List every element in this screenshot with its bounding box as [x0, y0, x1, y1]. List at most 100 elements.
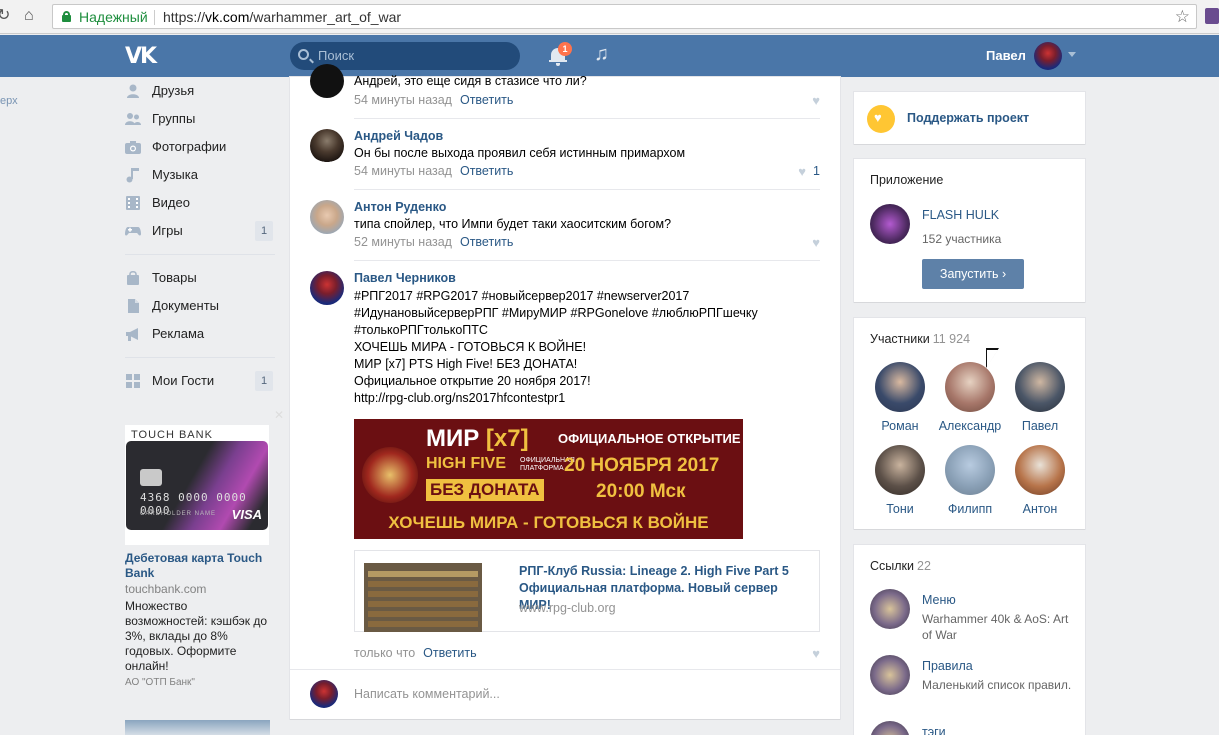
menu-item-my-guests[interactable]: Мои Гости 1 [125, 367, 275, 395]
menu-item-friends[interactable]: Друзья [125, 77, 275, 105]
home-icon[interactable]: ⌂ [24, 7, 34, 25]
menu-item-games[interactable]: Игры 1 [125, 217, 275, 245]
launch-app-button[interactable]: Запустить › [922, 259, 1024, 289]
member-item[interactable]: Антон [1005, 445, 1075, 516]
reply-button[interactable]: Ответить [460, 164, 513, 178]
reply-button[interactable]: Ответить [460, 235, 513, 249]
close-icon[interactable]: ✕ [274, 408, 284, 422]
link-preview-domain: www.rpg-club.org [519, 601, 616, 615]
apps-icon [126, 374, 140, 388]
user-avatar[interactable] [1034, 42, 1062, 70]
reply-button[interactable]: Ответить [460, 93, 513, 107]
members-heading[interactable]: Участники 11 924 [870, 332, 970, 346]
comment-time[interactable]: 54 минуты назад [354, 93, 452, 107]
link-avatar[interactable] [870, 589, 910, 629]
url-text[interactable]: https://vk.com/warhammer_art_of_war [163, 9, 401, 25]
link-description: Warhammer 40k & AoS: Art of War [922, 612, 1069, 642]
link-preview-thumbnail[interactable] [364, 563, 482, 632]
member-item[interactable]: Тони [865, 445, 935, 516]
member-name[interactable]: Антон [1005, 502, 1075, 516]
banner-date: 20 НОЯБРЯ 2017 [564, 455, 720, 476]
member-avatar[interactable] [875, 445, 925, 495]
member-item[interactable]: Роман [865, 362, 935, 433]
member-avatar[interactable] [875, 362, 925, 412]
menu-item-groups[interactable]: Группы [125, 105, 275, 133]
member-item[interactable]: Филипп [935, 445, 1005, 516]
comment-composer[interactable]: Написать комментарий... [290, 669, 840, 719]
links-heading[interactable]: Ссылки 22 [870, 559, 931, 573]
reply-button[interactable]: Ответить [423, 646, 476, 660]
link-name[interactable]: Правила [922, 659, 973, 673]
menu-item-photos[interactable]: Фотографии [125, 133, 275, 161]
ad-title[interactable]: Дебетовая карта Touch Bank [125, 551, 270, 581]
app-avatar[interactable] [870, 204, 910, 244]
ad-image[interactable]: TOUCH BANK 4368 0000 0000 0000 CARDHOLDE… [125, 425, 269, 545]
address-bar[interactable]: Надежный https://vk.com/warhammer_art_of… [52, 4, 1197, 29]
member-avatar[interactable] [1015, 362, 1065, 412]
member-avatar[interactable] [945, 445, 995, 495]
member-name[interactable]: Филипп [935, 502, 1005, 516]
extension-icon[interactable] [1205, 8, 1219, 24]
comment: Андрей, это еще сидя в стазисе что ли? 5… [310, 64, 820, 108]
comment-avatar[interactable] [310, 271, 344, 305]
comment-time[interactable]: 54 минуты назад [354, 164, 452, 178]
heart-icon[interactable]: ♥ [812, 646, 820, 661]
ad-block[interactable]: TOUCH BANK 4368 0000 0000 0000 CARDHOLDE… [125, 425, 270, 688]
comment-author[interactable]: Павел Черников [354, 271, 456, 285]
post-link[interactable]: http://rpg-club.org/ns2017hfcontestpr1 [354, 390, 565, 407]
heart-icon[interactable]: ♥ [798, 164, 806, 179]
menu-item-goods[interactable]: Товары [125, 264, 275, 292]
heart-icon[interactable]: ♥ [812, 235, 820, 250]
link-preview-card[interactable]: РПГ-Клуб Russia: Lineage 2. High Five Pa… [354, 550, 820, 632]
links-block: Ссылки 22 Меню Warhammer 40k & AoS: Art o… [854, 545, 1085, 735]
comment-avatar[interactable] [310, 200, 344, 234]
post-banner-image[interactable]: МИР [x7] HIGH FIVE ОФИЦИАЛЬНАЯ ПЛАТФОРМА… [354, 419, 743, 539]
menu-item-video[interactable]: Видео [125, 189, 275, 217]
member-name[interactable]: Александр [935, 419, 1005, 433]
member-item[interactable]: Павел [1005, 362, 1075, 433]
bookmark-star-icon[interactable]: ☆ [1175, 7, 1190, 27]
app-name[interactable]: FLASH HULK [922, 208, 999, 222]
mouse-cursor-icon [987, 350, 998, 367]
member-name[interactable]: Роман [865, 419, 935, 433]
link-avatar[interactable] [870, 721, 910, 735]
member-avatar[interactable] [1015, 445, 1065, 495]
search-icon [298, 49, 309, 60]
comment-input[interactable]: Написать комментарий... [354, 687, 500, 701]
hashtags-line[interactable]: #ИдунановыйсерверРПГ #МируМИР #RPGonelov… [354, 305, 758, 322]
vk-logo[interactable]: VK [125, 44, 157, 69]
link-description: Маленький список правил. [922, 678, 1072, 692]
heart-icon[interactable]: ♥ [812, 93, 820, 108]
link-name[interactable]: тэги [922, 725, 946, 735]
comment-author[interactable]: Андрей Чадов [354, 129, 443, 143]
comment-author[interactable]: Антон Руденко [354, 200, 446, 214]
menu-item-music[interactable]: Музыка [125, 161, 275, 189]
post-comments-panel: Андрей, это еще сидя в стазисе что ли? 5… [290, 64, 840, 719]
menu-item-label: Друзья [152, 83, 195, 98]
member-item[interactable]: Александр [935, 362, 1005, 433]
comment-divider [354, 118, 820, 119]
hashtags-line[interactable]: #толькоРПГтолькоПТС [354, 322, 488, 339]
music-note-icon[interactable]: ♫ [594, 43, 609, 66]
comment-avatar[interactable] [310, 64, 344, 98]
comment-time[interactable]: только что [354, 646, 415, 660]
hashtags-line[interactable]: #РПГ2017 #RPG2017 #новыйсервер2017 #news… [354, 288, 689, 305]
support-project-block[interactable]: Поддержать проект [854, 92, 1085, 144]
menu-item-ads[interactable]: Реклама [125, 320, 275, 348]
comment-avatar[interactable] [310, 129, 344, 163]
comment-time[interactable]: 52 минуты назад [354, 235, 452, 249]
reload-icon[interactable]: ↻ [0, 7, 10, 25]
link-avatar[interactable] [870, 655, 910, 695]
member-name[interactable]: Павел [1005, 419, 1075, 433]
menu-item-documents[interactable]: Документы [125, 292, 275, 320]
video-icon [126, 196, 140, 210]
member-avatar[interactable] [945, 362, 995, 412]
like-count[interactable]: 1 [813, 164, 820, 178]
menu-item-label: Товары [152, 270, 197, 285]
second-ad-image[interactable] [125, 720, 270, 735]
link-name[interactable]: Меню [922, 593, 956, 607]
support-project-label[interactable]: Поддержать проект [907, 111, 1029, 125]
chevron-down-icon[interactable] [1068, 52, 1076, 57]
member-name[interactable]: Тони [865, 502, 935, 516]
user-name[interactable]: Павел [986, 48, 1026, 63]
